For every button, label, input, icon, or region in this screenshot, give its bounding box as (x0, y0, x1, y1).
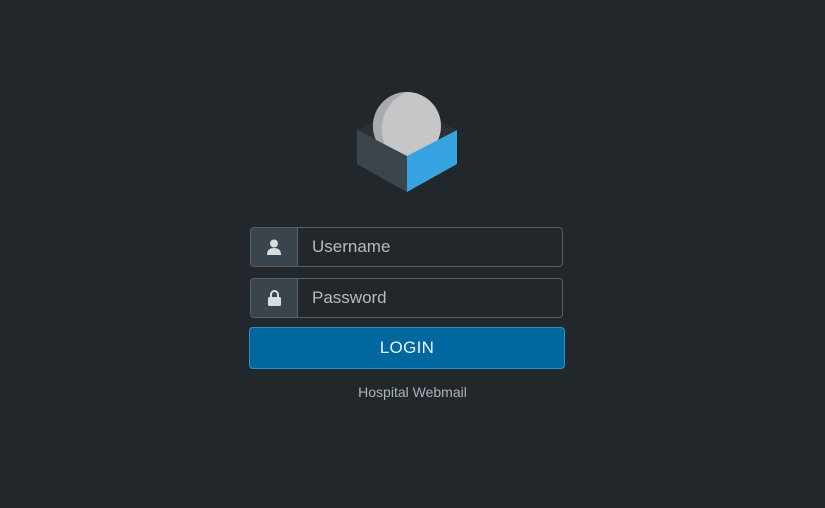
username-field[interactable] (250, 227, 563, 267)
password-input[interactable] (298, 279, 562, 317)
product-name-label: Hospital Webmail (358, 384, 467, 400)
roundcube-logo-icon (357, 92, 457, 192)
lock-icon (251, 279, 298, 317)
password-field[interactable] (250, 278, 563, 318)
login-button[interactable]: LOGIN (249, 327, 565, 369)
username-input[interactable] (298, 228, 562, 266)
user-icon (251, 228, 298, 266)
